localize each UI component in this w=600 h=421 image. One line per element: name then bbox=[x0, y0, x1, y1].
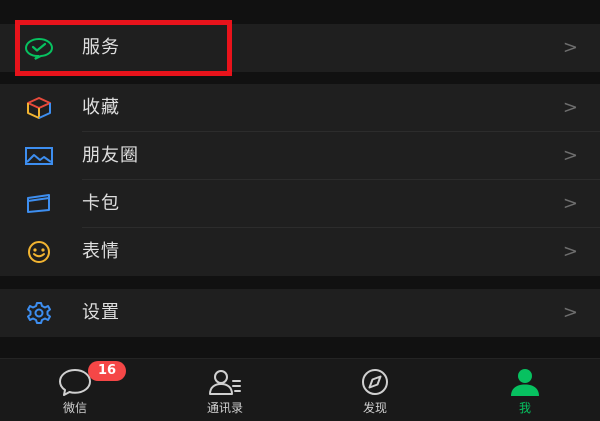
menu-item-label: 朋友圈 bbox=[82, 145, 139, 166]
chevron-right-icon: > bbox=[562, 37, 578, 58]
chevron-right-icon: > bbox=[562, 302, 578, 323]
menu-item-moments[interactable]: 朋友圈 > bbox=[0, 132, 600, 180]
tab-label: 发现 bbox=[362, 401, 387, 415]
moments-picture-icon bbox=[24, 144, 54, 168]
tab-chats[interactable]: 16 微信 bbox=[0, 359, 150, 421]
tab-contacts[interactable]: 通讯录 bbox=[150, 359, 300, 421]
tab-label: 通讯录 bbox=[206, 401, 243, 415]
menu-item-label: 表情 bbox=[82, 241, 120, 262]
tab-label: 微信 bbox=[62, 401, 87, 415]
unread-count-badge: 16 bbox=[88, 361, 126, 381]
menu-item-stickers[interactable]: 表情 > bbox=[0, 228, 600, 276]
compass-icon bbox=[357, 367, 393, 397]
tab-label: 我 bbox=[518, 401, 531, 415]
gear-icon bbox=[24, 301, 54, 325]
tab-me[interactable]: 我 bbox=[450, 359, 600, 421]
chevron-right-icon: > bbox=[562, 145, 578, 166]
menu-item-settings[interactable]: 设置 > bbox=[0, 289, 600, 337]
settings-group: 设置 > bbox=[0, 289, 600, 337]
content-group: 收藏 > 朋友圈 > 卡包 > 表情 > bbox=[0, 84, 600, 276]
tab-discover[interactable]: 发现 bbox=[300, 359, 450, 421]
menu-item-card-wallet[interactable]: 卡包 > bbox=[0, 180, 600, 228]
favorites-cube-icon bbox=[24, 96, 54, 120]
bottom-tab-bar: 16 微信 通讯录 发现 我 bbox=[0, 358, 600, 421]
chevron-right-icon: > bbox=[562, 193, 578, 214]
smiley-face-icon bbox=[24, 240, 54, 264]
person-icon bbox=[507, 367, 543, 397]
menu-item-label: 设置 bbox=[82, 302, 120, 323]
me-page: 服务 > 收藏 > 朋友圈 > 卡包 > 表情 > 设置 > 16 微信 通讯录… bbox=[0, 0, 600, 421]
menu-item-label: 收藏 bbox=[82, 97, 120, 118]
menu-item-label: 卡包 bbox=[82, 193, 120, 214]
chevron-right-icon: > bbox=[562, 97, 578, 118]
menu-item-favorites[interactable]: 收藏 > bbox=[0, 84, 600, 132]
chevron-right-icon: > bbox=[562, 241, 578, 262]
card-wallet-icon bbox=[24, 192, 54, 216]
contacts-icon bbox=[207, 367, 243, 397]
highlight-box bbox=[15, 20, 232, 76]
